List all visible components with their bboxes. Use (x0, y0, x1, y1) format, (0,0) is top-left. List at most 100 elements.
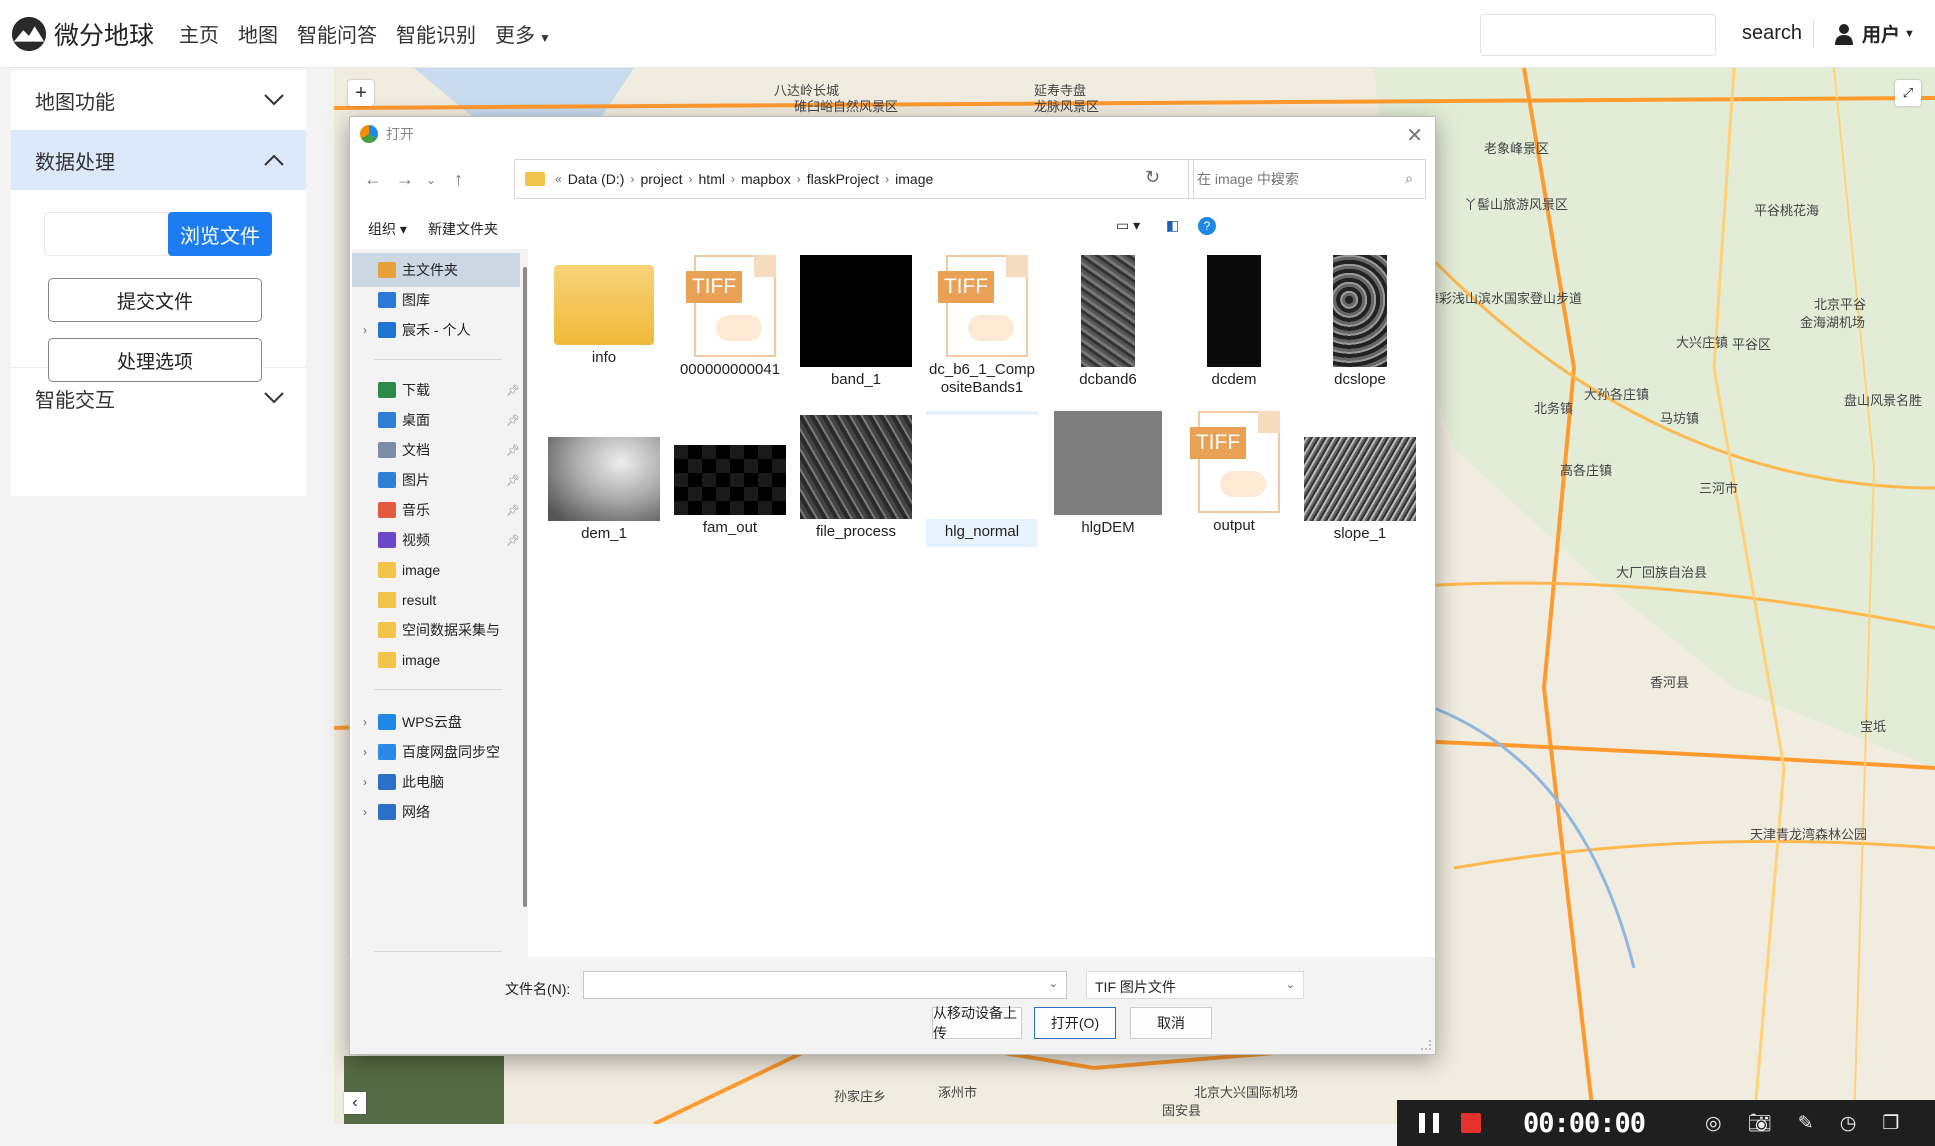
region-capture-icon[interactable]: ◎ (1705, 1112, 1722, 1135)
tree-item[interactable]: › 此电脑 (352, 765, 520, 799)
breadcrumb-separator-icon: › (796, 172, 801, 186)
view-mode-icon[interactable]: ▭ ▾ (1116, 217, 1140, 234)
tree-item[interactable]: 桌面 📌︎ (352, 403, 520, 437)
file-tile[interactable]: TIFF dc_b6_1_Comp ositeBands1 (926, 255, 1038, 405)
expand-chevron-icon[interactable]: › (352, 323, 378, 337)
history-dropdown-icon[interactable]: ⌄ (426, 173, 436, 187)
new-folder-button[interactable]: 新建文件夹 (428, 219, 498, 239)
browser-app-icon (360, 125, 378, 143)
timer-icon[interactable]: ◷ (1840, 1112, 1857, 1135)
file-tile[interactable]: hlgDEM (1052, 411, 1164, 547)
forward-arrow-icon[interactable]: → (396, 169, 414, 190)
back-arrow-icon[interactable]: ← (364, 169, 382, 190)
pen-icon[interactable]: ✎ (1798, 1112, 1814, 1135)
expand-chevron-icon[interactable]: › (352, 745, 378, 759)
brand-logo[interactable]: 微分地球 (10, 15, 154, 53)
refresh-icon[interactable]: ↻ (1145, 167, 1160, 188)
menu-map[interactable]: 地图 (238, 19, 278, 48)
help-icon[interactable]: ? (1198, 217, 1216, 235)
file-tile[interactable]: info (548, 255, 660, 405)
address-bar[interactable]: « Data (D:) › project › html › mapbox › flas… (514, 159, 1279, 199)
filetype-select[interactable]: TIF 图片文件 ⌄ (1086, 971, 1304, 999)
file-tile[interactable]: band_1 (800, 255, 912, 405)
breadcrumb-item[interactable]: project (640, 171, 682, 187)
tree-item[interactable]: image (352, 643, 520, 677)
window-icon[interactable]: ❐ (1882, 1112, 1899, 1135)
tree-item[interactable]: 文档 📌︎ (352, 433, 520, 467)
breadcrumb-item[interactable]: mapbox (741, 171, 791, 187)
map-label: 马坊镇 (1660, 411, 1700, 426)
menu-recognition[interactable]: 智能识别 (396, 19, 476, 48)
search-button[interactable]: search (1742, 22, 1802, 45)
stop-record-icon[interactable] (1461, 1113, 1481, 1133)
menu-more[interactable]: 更多 ▼ (495, 19, 551, 48)
preview-pane-icon[interactable]: ◧ (1166, 217, 1179, 234)
up-arrow-icon[interactable]: ↑ (454, 169, 463, 190)
tree-item[interactable]: › 网络 (352, 795, 520, 829)
resize-grip-icon[interactable] (1421, 1040, 1431, 1050)
tree-item[interactable]: 视频 📌︎ (352, 523, 520, 557)
file-tile[interactable]: fam_out (674, 411, 786, 547)
tree-item[interactable]: image (352, 553, 520, 587)
expand-chevron-icon[interactable]: › (352, 805, 378, 819)
nav-search-input[interactable] (1480, 14, 1716, 56)
expand-chevron-icon[interactable]: › (352, 775, 378, 789)
expand-chevron-icon[interactable]: › (352, 715, 378, 729)
menu-home[interactable]: 主页 (179, 19, 219, 48)
breadcrumb-current[interactable]: image (895, 171, 933, 187)
user-menu[interactable]: 用户 ▼ (1834, 20, 1915, 47)
upload-from-mobile-button[interactable]: 从移动设备上传 (932, 1005, 1022, 1041)
tree-item[interactable]: 图片 📌︎ (352, 463, 520, 497)
file-tile[interactable]: slope_1 (1304, 411, 1416, 547)
tree-item[interactable]: › WPS云盘 (352, 705, 520, 739)
chevron-down-icon[interactable]: ⌄ (1049, 977, 1058, 990)
file-tile[interactable]: TIFF 000000000041 (674, 255, 786, 405)
folder-search-input[interactable]: 在 image 中搜索 ⌕ (1188, 159, 1426, 199)
tree-item[interactable]: 图库 (352, 283, 520, 317)
cancel-button[interactable]: 取消 (1130, 1007, 1212, 1039)
section-map-functions[interactable]: 地图功能 (11, 70, 306, 130)
collapse-arrow-icon[interactable]: ‹ (344, 1092, 366, 1114)
tree-scrollbar[interactable] (523, 267, 527, 907)
tree-item[interactable]: › 宸禾 - 个人 (352, 313, 520, 347)
menu-qa[interactable]: 智能问答 (297, 19, 377, 48)
filename-input[interactable]: ⌄ (583, 971, 1067, 999)
pause-icon[interactable] (1419, 1113, 1439, 1133)
map-label: 老象峰景区 (1484, 141, 1550, 156)
breadcrumb-item[interactable]: flaskProject (807, 171, 879, 187)
close-icon[interactable]: ✕ (1406, 123, 1423, 148)
section-data-processing[interactable]: 数据处理 (11, 130, 306, 190)
file-name: band_1 (800, 371, 912, 389)
file-tile[interactable]: dcdem (1178, 255, 1290, 405)
organize-button[interactable]: 组织 ▾ (368, 219, 407, 239)
tree-item[interactable]: › 百度网盘同步空 (352, 735, 520, 769)
tree-item[interactable]: 主文件夹 (352, 253, 520, 287)
file-tile[interactable]: file_process (800, 411, 912, 547)
tree-item-label: image (402, 652, 441, 668)
file-tile[interactable]: hlg_normal (926, 411, 1038, 547)
file-tile[interactable]: dcband6 (1052, 255, 1164, 405)
camera-icon[interactable]: 📷︎ (1748, 1111, 1772, 1135)
zoom-in-button[interactable]: + (348, 80, 374, 106)
file-tile[interactable]: dem_1 (548, 411, 660, 547)
tree-item[interactable]: 空间数据采集与 (352, 613, 520, 647)
breadcrumb-item[interactable]: html (699, 171, 725, 187)
chevron-down-icon: ⌄ (1285, 979, 1295, 991)
tree-item[interactable]: 下载 📌︎ (352, 373, 520, 407)
map-label: 宝坻 (1860, 719, 1887, 734)
submit-file-button[interactable]: 提交文件 (48, 278, 262, 322)
tree-item-label: 图库 (402, 292, 430, 308)
navigation-tree: 主文件夹 图库 › 宸禾 - 个人 下载 📌︎ 桌面 📌︎ 文档 📌︎ 图片 📌︎ 音乐 📌︎ 视频 📌︎ im… (352, 249, 528, 957)
file-tile[interactable]: dcslope (1304, 255, 1416, 405)
breadcrumb-drive[interactable]: Data (D:) (568, 171, 625, 187)
computer-icon (378, 774, 396, 790)
file-tile[interactable]: TIFF output (1178, 411, 1290, 547)
file-input[interactable] (44, 212, 170, 256)
process-options-button[interactable]: 处理选项 (48, 338, 262, 382)
file-name-line: info (591, 349, 617, 366)
open-button[interactable]: 打开(O) (1034, 1007, 1116, 1039)
tree-item[interactable]: result (352, 583, 520, 617)
tree-item[interactable]: 音乐 📌︎ (352, 493, 520, 527)
fullscreen-icon[interactable]: ⤢ (1895, 80, 1921, 106)
browse-file-button[interactable]: 浏览文件 (168, 212, 272, 256)
